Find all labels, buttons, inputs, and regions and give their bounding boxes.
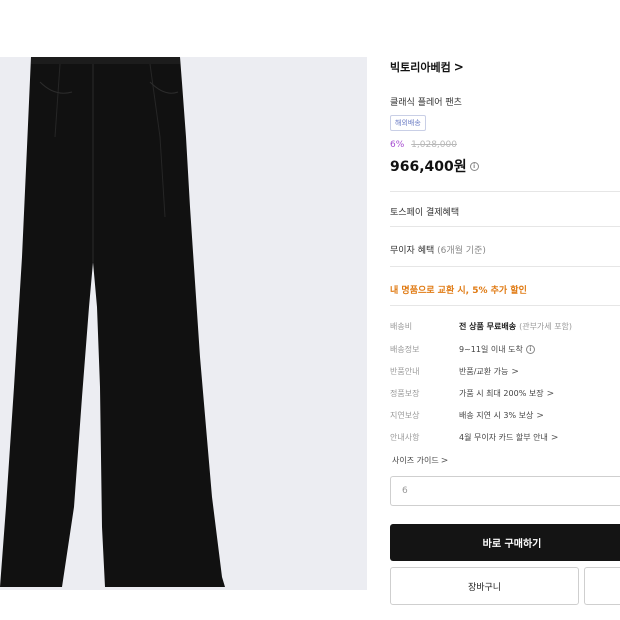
detail-label: 안내사항	[390, 433, 420, 442]
divider	[390, 226, 620, 227]
cart-button[interactable]: 장바구니	[390, 567, 579, 605]
detail-value: 배송 지연 시 3% 보상	[459, 411, 534, 420]
detail-row-delay-compensation[interactable]: 지연보상 배송 지연 시 3% 보상 >	[390, 410, 620, 421]
black-flare-pants-icon	[0, 57, 225, 587]
divider	[390, 305, 620, 306]
buy-now-button[interactable]: 바로 구매하기	[390, 524, 620, 561]
divider	[390, 266, 620, 267]
detail-value: 가품 시 최대 200% 보장	[459, 389, 544, 398]
detail-label: 반품안내	[390, 367, 420, 376]
original-price: 1,028,000	[411, 140, 457, 150]
brand-link[interactable]: 빅토리아베컴 >	[390, 59, 464, 75]
wishlist-button[interactable]	[584, 567, 620, 605]
chevron-right-icon: >	[511, 366, 519, 377]
chevron-right-icon: >	[550, 432, 559, 443]
detail-label: 배송정보	[390, 345, 420, 354]
detail-value: 반품/교환 가능	[459, 367, 509, 376]
shipping-badge: 해외배송	[390, 115, 426, 131]
detail-row-authenticity[interactable]: 정품보장 가품 시 최대 200% 보장 >	[390, 388, 620, 399]
brand-name: 빅토리아베컴	[390, 61, 451, 74]
chevron-right-icon: >	[453, 60, 464, 74]
detail-row-shipping-info: 배송정보 9~11일 이내 도착 i	[390, 344, 620, 355]
discount-row: 6% 1,028,000	[390, 140, 457, 150]
detail-label: 지연보상	[390, 411, 420, 420]
sale-price: 966,400원	[390, 159, 467, 175]
size-guide-label: 사이즈 가이드	[392, 456, 439, 465]
discount-percent: 6%	[390, 140, 405, 150]
info-icon[interactable]: i	[525, 345, 535, 354]
installment-label: 무이자 혜택	[390, 246, 435, 256]
detail-row-shipping-fee: 배송비 전 상품 무료배송 (관부가세 포함)	[390, 321, 620, 332]
detail-note: (관부가세 포함)	[519, 322, 573, 331]
trade-in-promo[interactable]: 내 명품으로 교환 시, 5% 추가 할인	[390, 283, 527, 296]
divider	[390, 191, 620, 192]
detail-value: 9~11일 이내 도착	[459, 345, 523, 354]
product-image[interactable]	[0, 57, 367, 590]
detail-label: 배송비	[390, 322, 413, 331]
installment-sub: (6개월 기준)	[437, 246, 486, 256]
detail-value: 4월 무이자 카드 할부 안내	[459, 433, 548, 442]
detail-row-notice[interactable]: 안내사항 4월 무이자 카드 할부 안내 >	[390, 432, 620, 443]
size-select[interactable]: 6	[390, 476, 620, 506]
toss-pay-benefit[interactable]: 토스페이 결제혜택	[390, 205, 459, 218]
product-name: 클래식 플레어 팬츠	[390, 98, 462, 108]
price-row: 966,400원 i	[390, 156, 479, 176]
chevron-right-icon: >	[536, 410, 544, 421]
detail-label: 정품보장	[390, 389, 420, 398]
detail-value: 전 상품 무료배송	[459, 322, 517, 331]
size-guide-link[interactable]: 사이즈 가이드 >	[392, 455, 448, 466]
chevron-right-icon: >	[440, 455, 449, 466]
chevron-right-icon: >	[546, 388, 555, 399]
info-icon[interactable]: i	[469, 161, 479, 171]
installment-benefit[interactable]: 무이자 혜택 (6개월 기준)	[390, 243, 486, 256]
detail-row-returns[interactable]: 반품안내 반품/교환 가능 >	[390, 366, 620, 377]
